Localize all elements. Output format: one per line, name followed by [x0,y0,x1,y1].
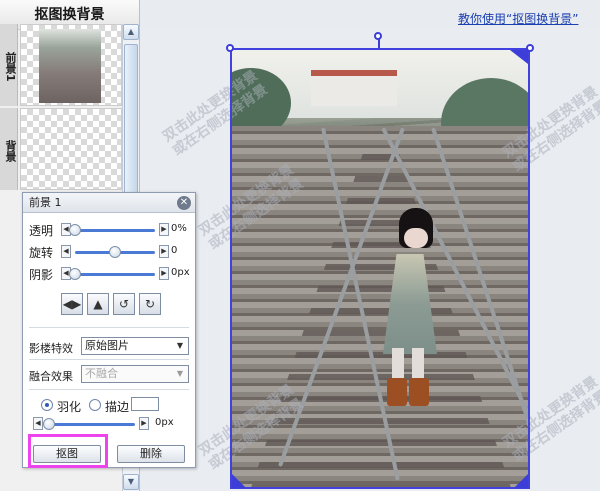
rotate-handle[interactable] [374,32,382,40]
help-link[interactable]: 教你使用“抠图换背景” [458,10,578,27]
stroke-color-swatch[interactable] [131,397,159,411]
shadow-value: 0px [171,267,190,278]
panel-divider [29,359,189,360]
chevron-right-icon[interactable]: ▶ [159,223,169,236]
scrollbar-thumb[interactable] [124,44,138,204]
flip-horizontal-icon[interactable]: ◀▶ [61,293,83,315]
corner-handle-bottom-left[interactable] [232,474,246,488]
rotate-label: 旋转 [29,246,54,260]
layer-tab-background[interactable]: 背景 [0,108,18,190]
effect-select[interactable]: 原始图片 ▼ [81,337,189,355]
blend-select[interactable]: 不融合 ▼ [81,365,189,383]
delete-button[interactable]: 删除 [117,445,185,463]
edge-slider-knob[interactable] [43,418,55,430]
panel-title: 前景 1 [23,193,195,213]
foreground-thumbnail[interactable] [20,24,122,106]
feather-radio[interactable] [41,399,53,411]
chevron-right-icon[interactable]: ▶ [159,245,169,258]
cutout-button-highlight [28,434,108,468]
layer-foreground-1[interactable]: 前景1 [0,24,122,106]
chevron-right-icon[interactable]: ▶ [159,267,169,280]
stroke-radio[interactable] [89,399,101,411]
rotate-value: 0 [171,245,178,256]
effect-label: 影楼特效 [29,342,73,355]
edge-value: 0px [155,417,174,428]
close-icon[interactable]: ✕ [177,196,191,210]
panel-divider [29,327,189,328]
rotate-left-icon[interactable]: ↺ [113,293,135,315]
foreground-thumbnail-image [39,29,101,103]
transform-toolbar: ◀▶ ▲ ↺ ↻ [61,293,165,315]
layer-tab-foreground[interactable]: 前景1 [0,24,18,106]
selection-frame[interactable] [230,48,530,489]
effect-row: 影楼特效 原始图片 ▼ [29,337,191,357]
feather-label: 羽化 [57,400,82,414]
corner-handle-bottom-right[interactable] [514,474,528,488]
scroll-up-icon[interactable]: ▲ [123,24,139,40]
scroll-down-icon[interactable]: ▼ [123,474,139,490]
opacity-label: 透明 [29,224,54,238]
effect-value: 原始图片 [85,339,129,352]
opacity-slider[interactable] [75,229,155,232]
chevron-left-icon[interactable]: ◀ [33,417,43,430]
stroke-label: 描边 [105,400,130,414]
corner-handle-top-right[interactable] [510,50,528,64]
chevron-down-icon[interactable]: ▼ [173,339,187,353]
chevron-right-icon[interactable]: ▶ [139,417,149,430]
shadow-label: 阴影 [29,268,54,282]
layer-background[interactable]: 背景 [0,108,122,190]
shadow-slider-row: 阴影 ◀ ▶ 0px [29,265,195,283]
rotate-right-icon[interactable]: ↻ [139,293,161,315]
opacity-value: 0% [171,223,187,234]
blend-label: 融合效果 [29,370,73,383]
chevron-down-icon[interactable]: ▼ [173,367,187,381]
shadow-slider-knob[interactable] [69,268,81,280]
background-thumbnail[interactable] [20,108,122,190]
edge-slider[interactable] [47,423,135,426]
layer-properties-panel: 前景 1 ✕ 透明 ◀ ▶ 0% 旋转 ◀ ▶ 0 阴影 ◀ ▶ 0px ◀▶ … [22,192,196,468]
blend-value: 不融合 [85,367,118,380]
blend-row: 融合效果 不融合 ▼ [29,365,191,385]
rotate-slider-row: 旋转 ◀ ▶ 0 [29,243,195,261]
rotate-slider-knob[interactable] [109,246,121,258]
flip-vertical-icon[interactable]: ▲ [87,293,109,315]
opacity-slider-knob[interactable] [69,224,81,236]
edge-slider-row: ◀ ▶ 0px [29,415,195,433]
panel-divider [29,389,189,390]
shadow-slider[interactable] [75,273,155,276]
chevron-left-icon[interactable]: ◀ [61,245,71,258]
opacity-slider-row: 透明 ◀ ▶ 0% [29,221,195,239]
resize-handle-top-left[interactable] [226,44,234,52]
